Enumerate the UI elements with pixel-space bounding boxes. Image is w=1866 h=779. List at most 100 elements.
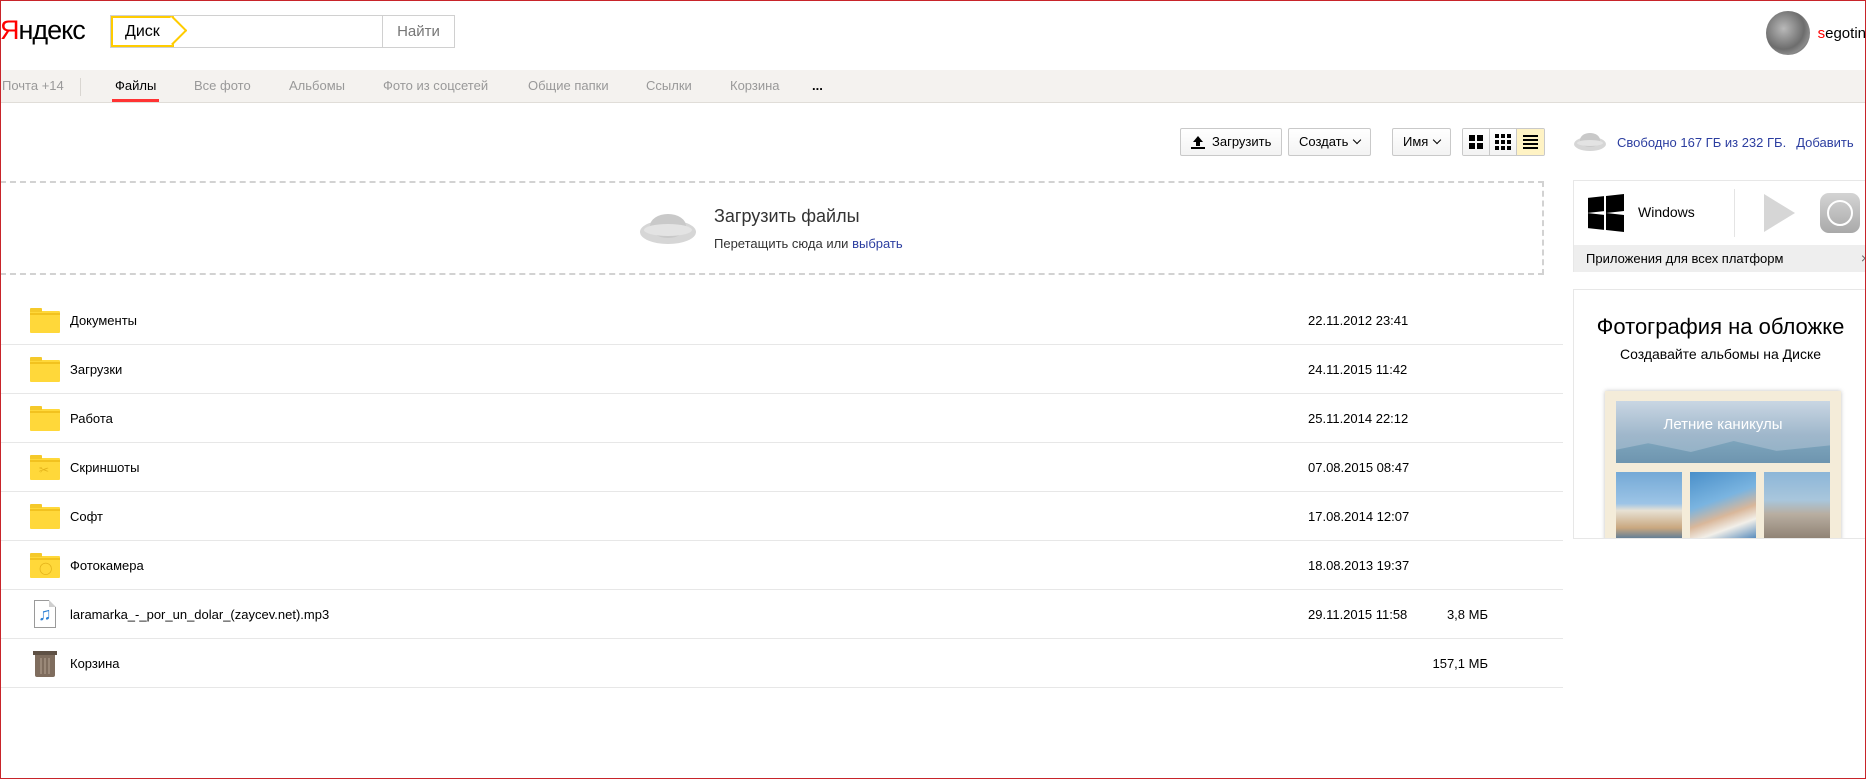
logo-rest: ндекс bbox=[18, 15, 86, 45]
upload-button[interactable]: Загрузить bbox=[1180, 128, 1283, 156]
apps-links: Windows bbox=[1574, 181, 1866, 245]
all-platforms-link[interactable]: Приложения для всех платформ × bbox=[1574, 245, 1866, 272]
tab-files[interactable]: Файлы bbox=[111, 70, 160, 103]
sort-button[interactable]: Имя bbox=[1392, 128, 1452, 156]
storage-free-text: Свободно 167 ГБ из 232 ГБ. bbox=[1617, 134, 1787, 150]
google-play-icon[interactable] bbox=[1764, 194, 1795, 232]
file-size: 157,1 МБ bbox=[1432, 656, 1488, 671]
dropzone-hint-text: Перетащить сюда или bbox=[714, 236, 853, 251]
create-button[interactable]: Создать bbox=[1288, 128, 1372, 156]
large-icons-view-button[interactable] bbox=[1463, 129, 1490, 155]
avatar[interactable] bbox=[1765, 11, 1810, 55]
file-date: 25.11.2014 22:12 bbox=[1308, 411, 1409, 426]
create-button-label: Создать bbox=[1299, 134, 1349, 149]
view-switcher bbox=[1462, 128, 1545, 156]
file-size: 3,8 МБ bbox=[1446, 607, 1488, 622]
file-name[interactable]: laramarka_-_por_un_dolar_(zaycev.net).mp… bbox=[70, 590, 329, 639]
service-tabs: Почта +14 Файлы Все фото Альбомы Фото из… bbox=[0, 70, 1866, 103]
upload-dropzone[interactable]: Загрузить файлы Перетащить сюда или выбр… bbox=[0, 181, 1544, 275]
all-platforms-label: Приложения для всех платформ bbox=[1586, 251, 1784, 266]
album-promo[interactable]: Фотография на обложке Создавайте альбомы… bbox=[1573, 289, 1866, 539]
username-first-letter: s bbox=[1817, 24, 1826, 42]
grid-small-icon bbox=[1495, 134, 1511, 150]
windows-app-link[interactable]: Windows bbox=[1638, 204, 1695, 220]
dropzone-title: Загрузить файлы bbox=[714, 206, 860, 226]
chevron-down-icon bbox=[1433, 135, 1442, 145]
file-date: 17.08.2014 12:07 bbox=[1308, 509, 1410, 524]
search-button[interactable]: Найти bbox=[382, 15, 455, 48]
chevron-down-icon bbox=[1353, 135, 1362, 145]
tab-mail[interactable]: Почта +14 bbox=[2, 70, 64, 103]
album-preview-image: Летние каникулы bbox=[1605, 391, 1841, 538]
folder-icon bbox=[30, 308, 60, 333]
album-thumb bbox=[1764, 472, 1830, 538]
search-box: Диск Найти bbox=[110, 15, 455, 48]
folder-icon bbox=[30, 357, 60, 382]
file-list: Документы 22.11.2012 23:41 Загрузки 24.1… bbox=[0, 296, 1563, 688]
user-menu[interactable]: segotin bbox=[1765, 11, 1866, 55]
username[interactable]: segotin bbox=[1818, 25, 1866, 42]
file-row[interactable]: ✂ Скриншоты 07.08.2015 08:47 bbox=[0, 443, 1563, 492]
file-date: 22.11.2012 23:41 bbox=[1308, 313, 1409, 328]
album-cover-label: Летние каникулы bbox=[1663, 416, 1783, 433]
list-view-button[interactable] bbox=[1517, 129, 1544, 155]
file-row[interactable]: ♫ laramarka_-_por_un_dolar_(zaycev.net).… bbox=[0, 590, 1563, 639]
folder-icon bbox=[30, 504, 60, 529]
screenshots-folder-icon: ✂ bbox=[30, 455, 60, 480]
tab-trash[interactable]: Корзина bbox=[730, 70, 780, 103]
file-name[interactable]: Работа bbox=[70, 394, 113, 443]
file-date: 18.08.2013 19:37 bbox=[1308, 558, 1410, 573]
promo-title: Фотография на обложке bbox=[1596, 314, 1845, 339]
file-name[interactable]: Загрузки bbox=[70, 345, 122, 394]
choose-files-link[interactable]: выбрать bbox=[852, 236, 903, 251]
grid-large-icon bbox=[1469, 135, 1483, 149]
camera-folder-icon: ◯ bbox=[30, 553, 60, 578]
tab-albums[interactable]: Альбомы bbox=[289, 70, 345, 103]
close-icon[interactable]: × bbox=[1861, 245, 1866, 272]
promo-subtitle: Создавайте альбомы на Диске bbox=[1619, 346, 1822, 362]
logo-first-letter: Я bbox=[0, 15, 19, 45]
list-icon bbox=[1523, 133, 1538, 151]
file-row[interactable]: ◯ Фотокамера 18.08.2013 19:37 bbox=[0, 541, 1563, 590]
apps-panel: Windows Приложения для всех платформ × bbox=[1573, 180, 1866, 272]
dropzone-hint: Перетащить сюда или выбрать bbox=[714, 236, 903, 251]
file-date: 24.11.2015 11:42 bbox=[1308, 362, 1408, 377]
search-service-tag[interactable]: Диск bbox=[111, 16, 174, 47]
tab-more[interactable]: ... bbox=[812, 70, 823, 103]
file-name[interactable]: Фотокамера bbox=[70, 541, 144, 590]
file-date: 29.11.2015 11:58 bbox=[1308, 607, 1408, 622]
tab-all-photos[interactable]: Все фото bbox=[194, 70, 251, 103]
sort-button-label: Имя bbox=[1403, 134, 1429, 149]
file-name[interactable]: Софт bbox=[70, 492, 103, 541]
folder-icon bbox=[30, 406, 60, 431]
upload-icon bbox=[1191, 135, 1205, 149]
file-row[interactable]: Корзина 157,1 МБ bbox=[0, 639, 1563, 688]
file-name[interactable]: Документы bbox=[70, 296, 137, 345]
file-row[interactable]: Работа 25.11.2014 22:12 bbox=[0, 394, 1563, 443]
file-row[interactable]: Софт 17.08.2014 12:07 bbox=[0, 492, 1563, 541]
upload-button-label: Загрузить bbox=[1212, 134, 1272, 149]
file-row[interactable]: Документы 22.11.2012 23:41 bbox=[0, 296, 1563, 345]
apps-divider bbox=[1734, 189, 1735, 237]
app-store-icon[interactable] bbox=[1820, 193, 1860, 233]
disk-cloud-icon bbox=[1574, 133, 1606, 151]
file-row[interactable]: Загрузки 24.11.2015 11:42 bbox=[0, 345, 1563, 394]
storage-info: Свободно 167 ГБ из 232 ГБ. Добавить bbox=[1573, 130, 1854, 154]
search-input[interactable] bbox=[187, 16, 377, 47]
disk-cloud-icon bbox=[640, 214, 696, 244]
yandex-logo[interactable]: Яндекс bbox=[0, 13, 86, 47]
album-thumb bbox=[1690, 472, 1756, 538]
tab-links[interactable]: Ссылки bbox=[646, 70, 692, 103]
small-icons-view-button[interactable] bbox=[1490, 129, 1517, 155]
username-rest: egotin bbox=[1825, 24, 1866, 42]
add-space-link[interactable]: Добавить bbox=[1796, 135, 1853, 150]
audio-file-icon: ♫ bbox=[30, 600, 60, 628]
album-thumb bbox=[1616, 472, 1682, 538]
tab-separator bbox=[80, 78, 81, 96]
header: Яндекс Диск Найти segotin bbox=[0, 0, 1866, 70]
tab-social-photos[interactable]: Фото из соцсетей bbox=[383, 70, 488, 103]
windows-icon[interactable] bbox=[1588, 194, 1624, 232]
tab-shared-folders[interactable]: Общие папки bbox=[528, 70, 609, 103]
file-name[interactable]: Скриншоты bbox=[70, 443, 139, 492]
file-name[interactable]: Корзина bbox=[70, 639, 120, 688]
